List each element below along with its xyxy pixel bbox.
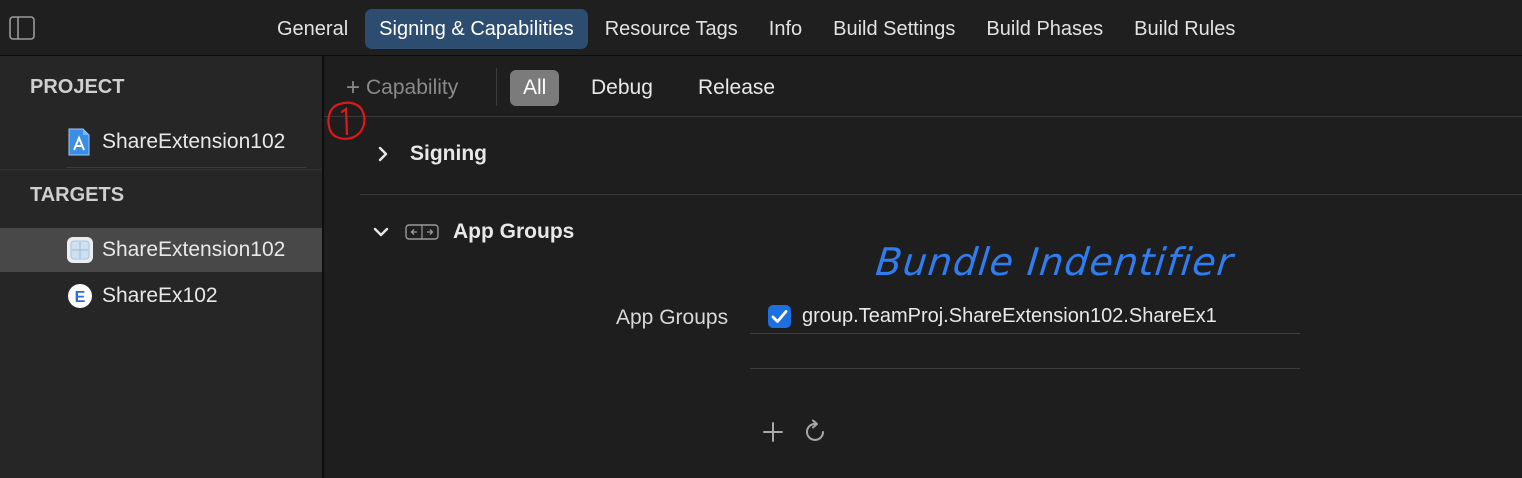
- tab-signing-capabilities[interactable]: Signing & Capabilities: [365, 9, 588, 49]
- toolbar-divider: [324, 116, 1522, 117]
- chevron-down-icon: [370, 221, 392, 243]
- add-capability-label: Capability: [366, 76, 459, 99]
- sidebar-toggle-icon[interactable]: [8, 15, 36, 41]
- editor-tab-bar: General Signing & Capabilities Resource …: [0, 0, 1522, 56]
- refresh-app-groups-button[interactable]: [803, 418, 829, 446]
- app-groups-field-label: App Groups: [616, 306, 729, 329]
- chevron-right-icon: [372, 143, 394, 165]
- project-navigator: PROJECT ShareExtension102 TARGETS ShareE…: [0, 56, 322, 478]
- signing-section-header[interactable]: Signing: [372, 142, 487, 166]
- add-app-group-button[interactable]: [760, 418, 786, 446]
- tab-build-phases[interactable]: Build Phases: [972, 9, 1117, 49]
- extension-target-icon: E: [66, 282, 94, 315]
- section-divider: [360, 194, 1522, 195]
- app-groups-icon: [405, 221, 439, 243]
- app-group-checkbox[interactable]: [768, 305, 791, 328]
- target-item-shareextension102[interactable]: ShareExtension102: [0, 228, 322, 272]
- navigator-divider: [66, 167, 306, 168]
- tab-build-rules[interactable]: Build Rules: [1120, 9, 1249, 49]
- targets-section-header: TARGETS: [30, 184, 125, 206]
- app-groups-section-header[interactable]: App Groups: [370, 220, 574, 244]
- tab-resource-tags[interactable]: Resource Tags: [591, 9, 752, 49]
- filter-all[interactable]: All: [510, 70, 560, 106]
- navigator-section-divider: [0, 169, 322, 170]
- red-circle-annotation: [322, 98, 370, 146]
- signing-title: Signing: [410, 142, 487, 165]
- project-section-header: PROJECT: [30, 76, 125, 98]
- tab-build-settings[interactable]: Build Settings: [819, 9, 969, 49]
- tab-general[interactable]: General: [263, 9, 362, 49]
- checkmark-icon: [771, 310, 788, 323]
- capability-toolbar: + Capability All Debug Release: [324, 58, 1522, 116]
- toolbar-separator: [496, 68, 497, 106]
- project-item[interactable]: ShareExtension102: [0, 120, 322, 164]
- target-item-shareex102[interactable]: E ShareEx102: [0, 274, 322, 318]
- project-file-icon: [66, 127, 92, 162]
- app-group-list-divider: [750, 333, 1300, 334]
- filter-debug[interactable]: Debug: [578, 70, 666, 106]
- editor-tabs: General Signing & Capabilities Resource …: [263, 9, 1252, 49]
- target-item-label: ShareExtension102: [102, 238, 286, 261]
- refresh-icon: [806, 419, 824, 441]
- target-item-label: ShareEx102: [102, 284, 218, 307]
- app-group-list-bottom: [750, 368, 1300, 369]
- app-groups-title: App Groups: [453, 220, 575, 243]
- plus-icon: [763, 422, 783, 442]
- filter-release[interactable]: Release: [685, 70, 788, 106]
- app-target-icon: [66, 236, 94, 269]
- app-group-identifier[interactable]: group.TeamProj.ShareExtension102.ShareEx…: [802, 305, 1217, 328]
- project-item-label: ShareExtension102: [102, 130, 286, 153]
- handwritten-annotation: Bundle Indentifier: [873, 240, 1236, 284]
- tab-info[interactable]: Info: [755, 9, 816, 49]
- extension-icon-letter: E: [75, 289, 86, 306]
